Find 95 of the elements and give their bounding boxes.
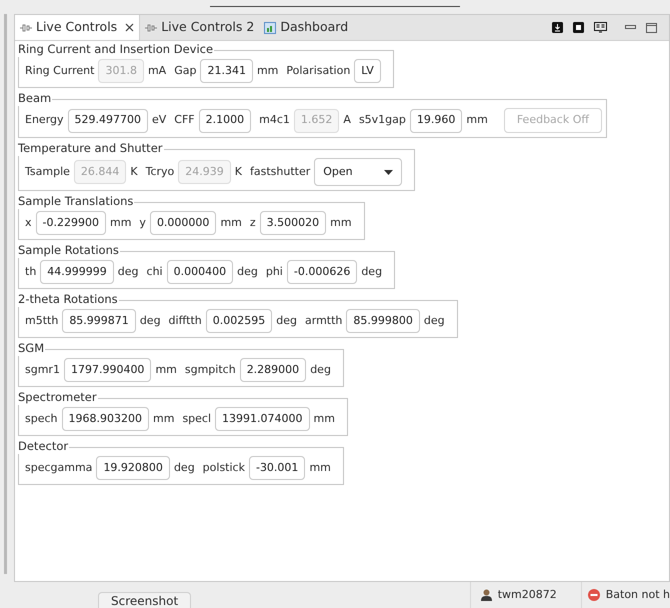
shutter-dropdown[interactable]: Open bbox=[314, 158, 402, 186]
value-field[interactable]: 21.341 bbox=[200, 59, 253, 83]
group-title: Sample Rotations bbox=[18, 243, 120, 258]
unit-label: A bbox=[343, 112, 351, 128]
value-field[interactable]: 529.497700 bbox=[68, 108, 148, 132]
unit-label: deg bbox=[118, 264, 139, 280]
editor-tab[interactable]: Dashboard bbox=[259, 15, 354, 40]
unit-label: deg bbox=[174, 460, 195, 476]
value-field[interactable]: 1797.990400 bbox=[64, 358, 152, 382]
group-title: SGM bbox=[18, 341, 46, 356]
unit-label: mA bbox=[148, 62, 166, 79]
unit-label: K bbox=[130, 164, 138, 180]
value-field[interactable]: 0.000400 bbox=[166, 260, 234, 284]
field-label: specgamma bbox=[25, 460, 92, 476]
value-field[interactable]: 19.920800 bbox=[96, 456, 170, 480]
field-label: fastshutter bbox=[250, 164, 310, 180]
unit-label: mm bbox=[220, 214, 242, 231]
value-field[interactable]: 2.289000 bbox=[240, 358, 306, 382]
group-title: Detector bbox=[18, 439, 70, 454]
square-icon[interactable] bbox=[573, 22, 584, 33]
unit-label: mm bbox=[155, 362, 177, 378]
value-field[interactable]: 3.500020 bbox=[260, 211, 326, 235]
field-label: th bbox=[25, 264, 36, 280]
field-label: sgmr1 bbox=[25, 362, 60, 378]
user-icon bbox=[480, 589, 492, 601]
plug-icon bbox=[145, 24, 158, 32]
plug-icon bbox=[20, 24, 32, 32]
unit-label: deg bbox=[310, 362, 331, 378]
field-label: phi bbox=[266, 264, 283, 280]
field-label: Ring Current bbox=[25, 62, 94, 79]
field-label: Energy bbox=[25, 112, 64, 128]
unit-label: deg bbox=[361, 264, 382, 280]
value-field[interactable]: 1968.903200 bbox=[62, 407, 149, 431]
unit-label: mm bbox=[256, 62, 278, 79]
value-field[interactable]: LV bbox=[354, 59, 381, 83]
unit-label: mm bbox=[314, 410, 335, 427]
unit-label: mm bbox=[153, 410, 174, 427]
field-label: armtth bbox=[305, 312, 342, 329]
screenshot-button[interactable]: Screenshot bbox=[98, 592, 192, 608]
value-field[interactable]: 0.002595 bbox=[206, 309, 272, 333]
field-label: m4c1 bbox=[259, 112, 290, 128]
baton-status: Baton not h bbox=[606, 586, 670, 603]
field-label: Polarisation bbox=[286, 62, 350, 79]
layout-icon[interactable] bbox=[594, 22, 607, 33]
value-field[interactable]: 19.960 bbox=[410, 108, 462, 132]
caret-icon bbox=[384, 170, 394, 174]
field-label: Gap bbox=[174, 62, 196, 79]
unit-label: mm bbox=[330, 214, 352, 231]
unit-label: mm bbox=[309, 460, 331, 476]
field-label: chi bbox=[146, 264, 163, 280]
value-field[interactable]: -0.229900 bbox=[36, 211, 106, 235]
unit-label: deg bbox=[140, 312, 161, 329]
unit-label: mm bbox=[466, 112, 488, 128]
field-label: polstick bbox=[202, 460, 245, 476]
unit-label: deg bbox=[424, 312, 445, 329]
value-field[interactable]: 2.1000 bbox=[198, 108, 252, 132]
close-icon[interactable] bbox=[125, 23, 134, 32]
field-label: CFF bbox=[174, 112, 195, 128]
value-field[interactable]: 0.000000 bbox=[150, 211, 216, 235]
value-field[interactable]: 85.999800 bbox=[346, 309, 420, 333]
field-label: Tsample bbox=[25, 164, 70, 180]
download-icon[interactable] bbox=[552, 22, 563, 33]
field-label: s5v1gap bbox=[358, 112, 406, 128]
field-label: z bbox=[250, 214, 256, 231]
value-field[interactable]: -30.001 bbox=[248, 456, 306, 480]
field-label: specl bbox=[182, 410, 212, 427]
field-label: m5tth bbox=[25, 312, 58, 329]
group-title: Beam bbox=[18, 91, 52, 106]
field-label: difftth bbox=[168, 312, 202, 329]
group-title: Spectrometer bbox=[18, 390, 98, 405]
unit-label: K bbox=[234, 164, 242, 180]
group-title: Temperature and Shutter bbox=[18, 141, 164, 156]
field-label: sgmpitch bbox=[184, 362, 236, 378]
unit-label: eV bbox=[152, 112, 166, 128]
no-entry-icon bbox=[588, 589, 600, 601]
field-label: x bbox=[25, 214, 32, 231]
field-label: y bbox=[139, 214, 146, 231]
value-field[interactable]: 85.999871 bbox=[62, 309, 136, 333]
editor-tab[interactable]: Live Controls 2 bbox=[140, 15, 260, 40]
value-field[interactable]: 44.999999 bbox=[40, 260, 114, 284]
maximize-icon[interactable] bbox=[646, 22, 657, 32]
unit-label: deg bbox=[276, 312, 297, 329]
value-field[interactable]: -0.000626 bbox=[286, 260, 358, 284]
group-title: Ring Current and Insertion Device bbox=[18, 42, 214, 57]
group-title: Sample Translations bbox=[18, 194, 134, 209]
editor-tab[interactable]: Live Controls bbox=[15, 15, 140, 40]
unit-label: deg bbox=[237, 264, 258, 280]
field-label: Tcryo bbox=[146, 164, 174, 180]
minimize-icon[interactable] bbox=[625, 25, 636, 30]
unit-label: mm bbox=[110, 214, 132, 231]
value-field[interactable]: 13991.074000 bbox=[215, 407, 310, 431]
group-title: 2-theta Rotations bbox=[18, 292, 119, 307]
field-label: spech bbox=[25, 410, 58, 427]
user-status: twm20872 bbox=[498, 586, 557, 603]
chart-icon bbox=[264, 22, 276, 34]
